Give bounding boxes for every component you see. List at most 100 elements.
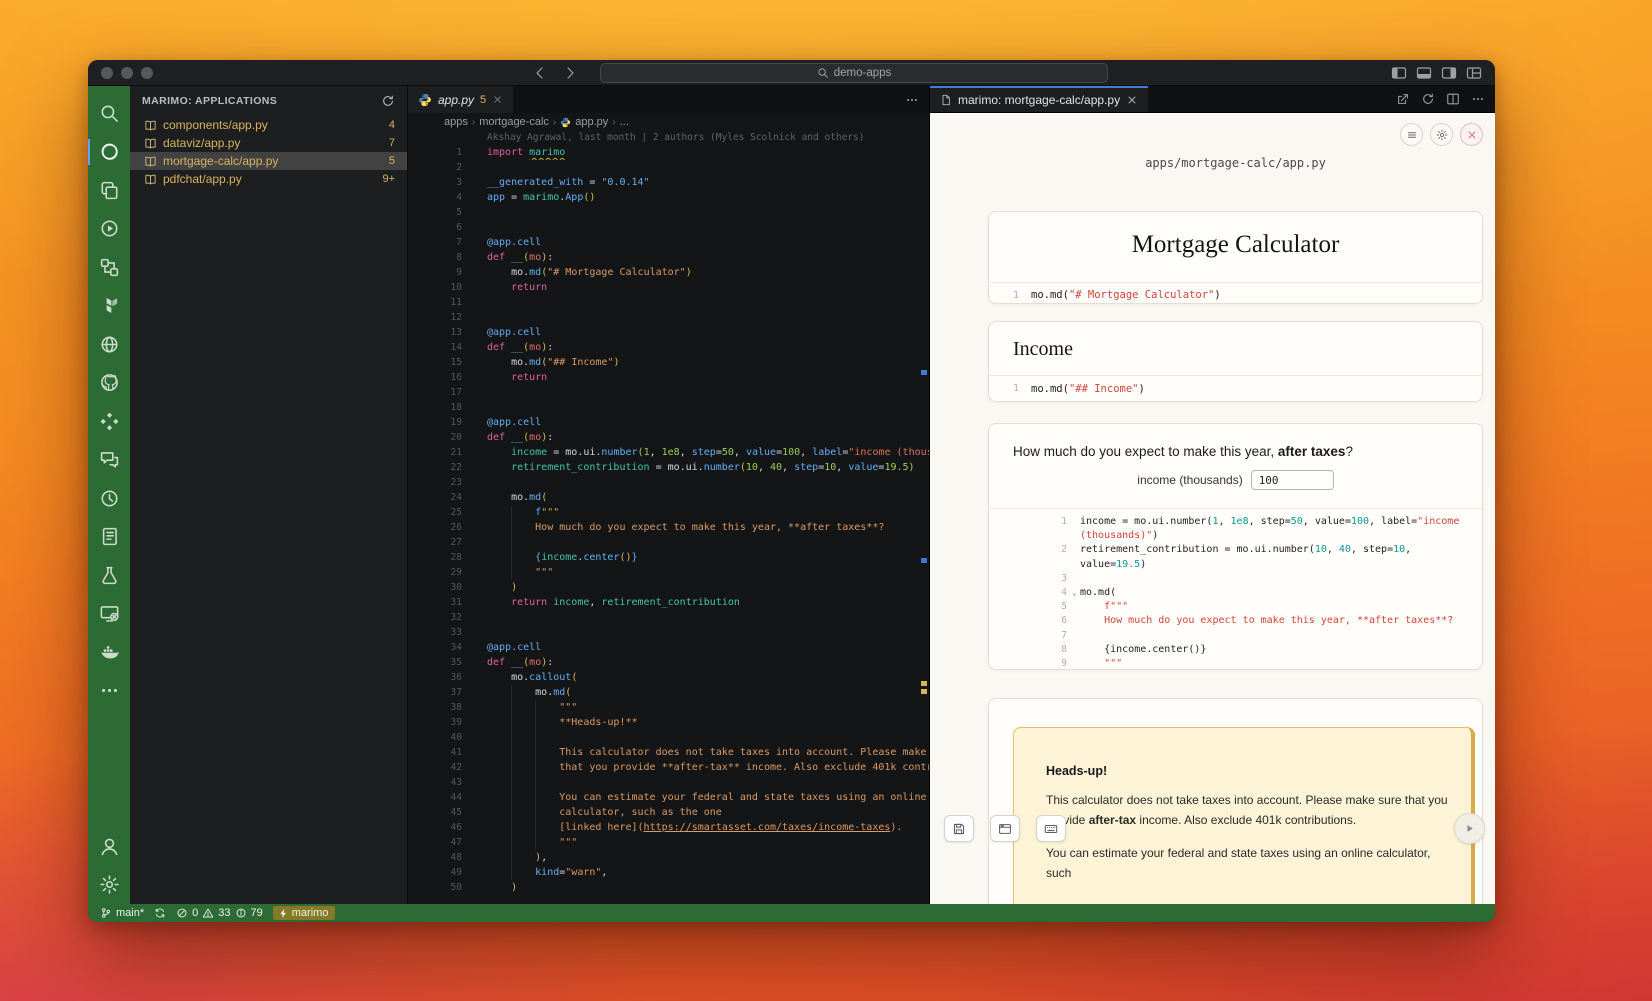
- toggle-panel-bottom-icon[interactable]: [1416, 65, 1432, 81]
- customize-layout-icon[interactable]: [1466, 65, 1482, 81]
- more-icon: [99, 680, 120, 701]
- save-app-button[interactable]: [944, 815, 974, 842]
- code-line: 48 ),: [408, 850, 929, 865]
- code-line: 6 How much do you expect to make this ye…: [989, 614, 1482, 628]
- timeline-icon: [99, 488, 120, 509]
- split-editor-icon[interactable]: [1446, 92, 1460, 106]
- breadcrumb-item[interactable]: apps: [444, 116, 468, 128]
- problems-status[interactable]: 0 33 79: [176, 907, 263, 919]
- file-item[interactable]: pdfchat/app.py9+: [130, 170, 407, 188]
- activity-item-more[interactable]: [88, 672, 130, 711]
- overview-ruler-mark: [921, 370, 927, 375]
- file-item[interactable]: mortgage-calc/app.py5: [130, 152, 407, 170]
- activity-item-copy[interactable]: [88, 171, 130, 210]
- code-line: 36 mo.callout(: [408, 670, 929, 685]
- app-menu-button[interactable]: [1400, 123, 1423, 146]
- code-line: 10 return: [408, 280, 929, 295]
- app-title: Mortgage Calculator: [989, 212, 1482, 259]
- code-line: 8 {income.center()}: [989, 643, 1482, 657]
- breadcrumb-item[interactable]: ...: [620, 116, 629, 128]
- activity-item-settings[interactable]: [88, 866, 130, 905]
- keyboard-shortcuts-button[interactable]: [1036, 815, 1066, 842]
- cell-code-block[interactable]: 1income = mo.ui.number(1, 1e8, step=50, …: [989, 508, 1482, 670]
- tab-marimo-preview[interactable]: marimo: mortgage-calc/app.py: [930, 86, 1148, 112]
- code-editor[interactable]: Akshay Agrawal, last month | 2 authors (…: [408, 131, 929, 904]
- activity-item-remote-run[interactable]: [88, 210, 130, 249]
- marimo-status-chip[interactable]: marimo: [273, 906, 336, 920]
- open-in-browser-icon[interactable]: [1396, 92, 1410, 106]
- app-close-button[interactable]: [1460, 123, 1483, 146]
- open-in-browser-button[interactable]: [990, 815, 1020, 842]
- code-line: 15 mo.md("## Income"): [408, 355, 929, 370]
- activity-item-beaker[interactable]: [88, 556, 130, 595]
- code-line: 18: [408, 400, 929, 415]
- git-branch-status[interactable]: main*: [100, 907, 144, 919]
- file-item[interactable]: components/app.py4: [130, 116, 407, 134]
- tab-app-py[interactable]: app.py 5: [408, 86, 513, 113]
- reload-preview-icon[interactable]: [1421, 92, 1435, 106]
- close-icon: [1466, 129, 1478, 141]
- chevron-right-icon: ›: [472, 117, 475, 128]
- branch-icon: [100, 907, 112, 919]
- more-actions-icon[interactable]: [905, 93, 919, 107]
- breadcrumb-item[interactable]: mortgage-calc: [479, 116, 549, 128]
- run-app-button[interactable]: [1454, 813, 1485, 844]
- activity-item-docker[interactable]: [88, 633, 130, 672]
- code-line: 31 return income, retirement_contributio…: [408, 595, 929, 610]
- activity-item-comments[interactable]: [88, 441, 130, 480]
- activity-item-terraform[interactable]: [88, 287, 130, 326]
- code-line: 24 mo.md(: [408, 490, 929, 505]
- code-line: 1income = mo.ui.number(1, 1e8, step=50, …: [989, 515, 1482, 543]
- toggle-panel-right-icon[interactable]: [1441, 65, 1457, 81]
- close-tab-icon[interactable]: [1126, 94, 1138, 106]
- code-line: 44 You can estimate your federal and sta…: [408, 790, 929, 805]
- activity-item-globe[interactable]: [88, 325, 130, 364]
- code-line: 12: [408, 310, 929, 325]
- app-settings-button[interactable]: [1430, 123, 1453, 146]
- cell-code[interactable]: 1 mo.md("# Mortgage Calculator"): [989, 282, 1482, 304]
- activity-bar: [88, 86, 130, 904]
- title-bar: demo-apps: [88, 60, 1495, 86]
- zoom-window-button[interactable]: [141, 67, 153, 79]
- activity-item-timeline[interactable]: [88, 479, 130, 518]
- history-forward-icon[interactable]: [562, 65, 578, 81]
- close-tab-icon[interactable]: [492, 94, 503, 105]
- code-line: 42 that you provide **after-tax** income…: [408, 760, 929, 775]
- command-center-search[interactable]: demo-apps: [600, 63, 1108, 83]
- more-actions-icon[interactable]: [1471, 92, 1485, 106]
- history-back-icon[interactable]: [532, 65, 548, 81]
- activity-item-search[interactable]: [88, 94, 130, 133]
- code-line: 35def __(mo):: [408, 655, 929, 670]
- code-line: 33: [408, 625, 929, 640]
- refresh-icon[interactable]: [381, 94, 395, 108]
- file-item[interactable]: dataviz/app.py7: [130, 134, 407, 152]
- income-number-input[interactable]: [1251, 470, 1334, 490]
- input-label: income (thousands): [1137, 473, 1242, 487]
- breadcrumb[interactable]: apps › mortgage-calc › app.py › ...: [408, 113, 929, 131]
- editor-group: app.py 5 apps › mortgage-calc › app.py ›…: [408, 86, 930, 904]
- overview-ruler-mark: [921, 681, 927, 686]
- account-icon: [99, 836, 120, 857]
- app-file-path: apps/mortgage-calc/app.py: [988, 156, 1483, 170]
- code-line: 27: [408, 535, 929, 550]
- activity-item-github[interactable]: [88, 364, 130, 403]
- code-line: 9 mo.md("# Mortgage Calculator"): [408, 265, 929, 280]
- activity-item-account[interactable]: [88, 827, 130, 866]
- code-line: 37 mo.md(: [408, 685, 929, 700]
- toggle-panel-left-icon[interactable]: [1391, 65, 1407, 81]
- activity-item-screen[interactable]: [88, 595, 130, 634]
- cell-card-income: Income 1 mo.md("## Income"): [988, 321, 1483, 402]
- line-number: 1: [989, 383, 1019, 394]
- breadcrumb-item[interactable]: app.py: [575, 116, 608, 128]
- sync-changes-button[interactable]: [154, 907, 166, 919]
- code-line: 7@app.cell: [408, 235, 929, 250]
- cell-code[interactable]: 1 mo.md("## Income"): [989, 375, 1482, 401]
- activity-item-org-chart[interactable]: [88, 248, 130, 287]
- activity-item-pieces[interactable]: [88, 402, 130, 441]
- minimize-window-button[interactable]: [121, 67, 133, 79]
- chip-label: marimo: [292, 907, 329, 919]
- code-line: 34@app.cell: [408, 640, 929, 655]
- close-window-button[interactable]: [101, 67, 113, 79]
- activity-item-marimo[interactable]: [88, 133, 130, 172]
- activity-item-notebook[interactable]: [88, 518, 130, 557]
